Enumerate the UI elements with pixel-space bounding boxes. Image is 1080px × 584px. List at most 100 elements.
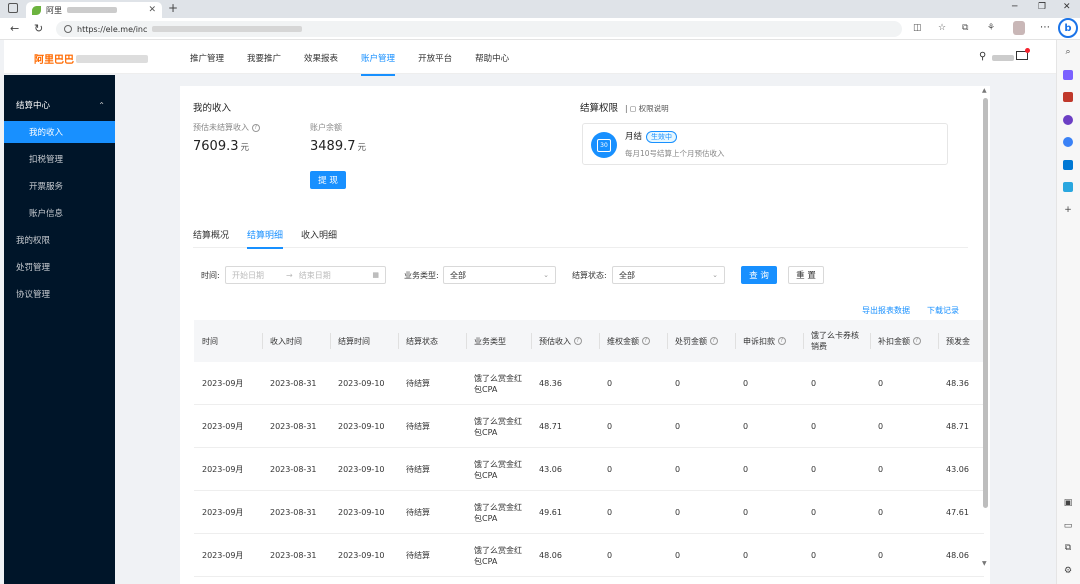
close-tab-icon[interactable]: ✕ bbox=[148, 5, 156, 15]
col-supplement-amount: 补扣金额 ? bbox=[870, 320, 938, 362]
cell-coupon-fee: 0 bbox=[811, 465, 817, 474]
outlook-icon[interactable] bbox=[1063, 160, 1073, 170]
start-date[interactable]: 开始日期 bbox=[232, 270, 264, 281]
nav-help-center[interactable]: 帮助中心 bbox=[475, 52, 509, 64]
sidebar-item-label: 账户信息 bbox=[29, 209, 64, 219]
redacted-text bbox=[67, 7, 117, 13]
col-divider bbox=[398, 333, 399, 349]
cell-income-time: 2023-08-31 bbox=[270, 465, 317, 474]
toolbox-icon[interactable] bbox=[1063, 92, 1073, 102]
col-appeal-deduction: 申诉扣款 ? bbox=[735, 320, 803, 362]
close-window-icon[interactable]: ✕ bbox=[1063, 2, 1071, 12]
reset-button[interactable]: 重 置 bbox=[788, 266, 824, 284]
refresh-icon[interactable]: ↻ bbox=[34, 22, 43, 35]
cell-settle-time: 2023-09-10 bbox=[338, 551, 385, 560]
split-screen-icon[interactable]: ◫ bbox=[913, 23, 922, 33]
est-income-label: 预估未结算收入 ? bbox=[193, 122, 260, 133]
nav-promotion-management[interactable]: 推广管理 bbox=[190, 52, 224, 64]
browser-tab[interactable]: 阿里 ✕ bbox=[26, 2, 162, 18]
people-icon[interactable] bbox=[1063, 115, 1073, 125]
logo[interactable]: 阿里巴巴 bbox=[34, 51, 148, 66]
download-records-link[interactable]: 下载记录 bbox=[927, 305, 959, 316]
col-label: 补扣金额 bbox=[878, 336, 910, 346]
nav-open-platform[interactable]: 开放平台 bbox=[418, 52, 452, 64]
sidebar-item-agreements[interactable]: 协议管理 bbox=[4, 283, 115, 305]
cell-settle-time: 2023-09-10 bbox=[338, 422, 385, 431]
site-info-icon[interactable] bbox=[64, 25, 72, 33]
collections-icon[interactable]: ⧉ bbox=[962, 23, 968, 33]
sidebar-item-penalties[interactable]: 处罚管理 bbox=[4, 256, 115, 278]
url-bar[interactable]: https://ele.me/inc bbox=[56, 21, 902, 37]
permission-type: 月结 生效中 bbox=[625, 130, 678, 143]
date-range-picker[interactable]: 开始日期 → 结束日期 ▦ bbox=[225, 266, 386, 284]
sidebar-toggle-icon[interactable]: ▭ bbox=[1063, 521, 1073, 531]
new-tab-icon[interactable]: + bbox=[168, 1, 178, 15]
cell-prepaid: 48.71 bbox=[946, 422, 969, 431]
sidebar-item-invoice[interactable]: 开票服务 bbox=[4, 175, 115, 197]
est-income-amount: 7609.3 元 bbox=[193, 139, 249, 154]
sidebar-item-label: 扣税管理 bbox=[29, 155, 64, 165]
tab-settlement-detail[interactable]: 结算明细 bbox=[247, 228, 284, 249]
col-divider bbox=[466, 333, 467, 349]
scroll-down-icon[interactable]: ▼ bbox=[982, 560, 987, 567]
cell-settle-time: 2023-09-10 bbox=[338, 379, 385, 388]
user-icon[interactable]: ⚲ bbox=[979, 51, 986, 62]
minimize-icon[interactable]: ─ bbox=[1012, 2, 1017, 12]
table-row: 2023-09月 2023-08-31 2023-09-10 待结算 饿了么赏金… bbox=[194, 491, 984, 534]
cell-penalty-amount: 0 bbox=[675, 422, 681, 431]
search-icon[interactable]: ⌕ bbox=[1063, 47, 1073, 57]
nav-reports[interactable]: 效果报表 bbox=[304, 52, 338, 64]
tab-settlement-overview[interactable]: 结算概况 bbox=[193, 228, 229, 241]
col-divider bbox=[667, 333, 668, 349]
shopping-icon[interactable] bbox=[1063, 182, 1073, 192]
col-time: 时间 bbox=[202, 336, 218, 346]
cell-coupon-fee: 0 bbox=[811, 508, 817, 517]
chevron-down-icon: ⌄ bbox=[543, 271, 549, 279]
nav-promote[interactable]: 我要推广 bbox=[247, 52, 281, 64]
sidebar-item-my-income[interactable]: 我的收入 bbox=[4, 121, 115, 143]
scroll-up-icon[interactable]: ▲ bbox=[982, 87, 987, 94]
help-icon[interactable]: ? bbox=[641, 337, 650, 345]
tag-icon[interactable] bbox=[1063, 70, 1073, 80]
games-icon[interactable] bbox=[1063, 137, 1073, 147]
help-icon[interactable]: ? bbox=[709, 337, 718, 345]
workspaces-icon[interactable] bbox=[8, 3, 18, 13]
profile-avatar[interactable] bbox=[1013, 21, 1025, 35]
cell-income-time: 2023-08-31 bbox=[270, 379, 317, 388]
withdraw-button[interactable]: 提 现 bbox=[310, 171, 346, 189]
extensions-icon[interactable]: ⚘ bbox=[987, 23, 995, 33]
help-icon[interactable]: ? bbox=[777, 337, 786, 345]
nav-account-management[interactable]: 账户管理 bbox=[361, 52, 396, 76]
scrollbar-thumb[interactable] bbox=[983, 98, 988, 508]
sidebar-item-permissions[interactable]: 我的权限 bbox=[4, 229, 115, 251]
redacted-username[interactable] bbox=[992, 55, 1014, 61]
table-row: 2023-09月 2023-08-31 2023-09-10 待结算 饿了么赏金… bbox=[194, 534, 984, 577]
help-icon[interactable]: ? bbox=[251, 123, 260, 132]
sidebar-item-account-info[interactable]: 账户信息 bbox=[4, 202, 115, 224]
sidebar-group-settlement[interactable]: 结算中心 ⌃ bbox=[4, 93, 115, 117]
back-icon[interactable]: ← bbox=[10, 22, 19, 35]
external-icon[interactable]: ⧉ bbox=[1063, 543, 1073, 553]
export-report-link[interactable]: 导出报表数据 bbox=[862, 305, 910, 316]
help-icon[interactable]: ? bbox=[573, 337, 582, 345]
settings-icon[interactable]: ⚙ bbox=[1063, 566, 1073, 576]
favorites-icon[interactable]: ☆ bbox=[938, 23, 946, 33]
tab-income-detail[interactable]: 收入明细 bbox=[301, 228, 337, 241]
more-icon[interactable]: ⋯ bbox=[1040, 22, 1050, 33]
sidebar-item-tax[interactable]: 扣税管理 bbox=[4, 148, 115, 170]
restore-icon[interactable]: ❐ bbox=[1038, 2, 1046, 12]
status-select[interactable]: 全部 ⌄ bbox=[612, 266, 725, 284]
main-content: 我的收入 预估未结算收入 ? 7609.3 元 账户余额 3489.7 元 提 现 … bbox=[180, 86, 990, 584]
permission-help-text: 权限说明 bbox=[638, 104, 669, 113]
copilot-icon[interactable]: b bbox=[1058, 18, 1078, 38]
screenshot-icon[interactable]: ▣ bbox=[1063, 498, 1073, 508]
query-button[interactable]: 查 询 bbox=[741, 266, 777, 284]
cell-est-income: 49.61 bbox=[539, 508, 562, 517]
col-label: 处罚金额 bbox=[675, 336, 707, 346]
biz-type-select[interactable]: 全部 ⌄ bbox=[443, 266, 556, 284]
sidebar-item-label: 开票服务 bbox=[29, 182, 64, 192]
help-icon[interactable]: ? bbox=[912, 337, 921, 345]
add-icon[interactable]: + bbox=[1063, 205, 1073, 215]
permission-help-link[interactable]: | ◻ 权限说明 bbox=[625, 104, 669, 113]
end-date[interactable]: 结束日期 bbox=[299, 270, 331, 281]
